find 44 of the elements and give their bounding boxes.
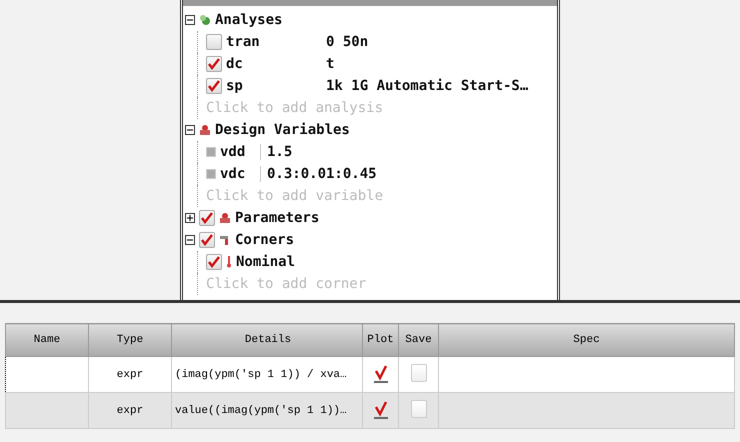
analysis-name: sp xyxy=(226,78,244,94)
analysis-name: dc xyxy=(226,56,244,72)
column-header[interactable]: Name xyxy=(6,324,88,356)
corner-name: Nominal xyxy=(236,254,296,270)
shapes-icon xyxy=(199,124,211,136)
variable-value: 0.3:0.01:0.45 xyxy=(260,166,377,182)
column-header[interactable]: Spec xyxy=(438,324,734,356)
checkbox[interactable] xyxy=(199,232,215,248)
checkbox[interactable] xyxy=(199,210,215,226)
variable-name: vdd xyxy=(220,144,246,160)
section-label[interactable]: Analyses xyxy=(215,12,282,28)
corner-icon xyxy=(219,234,231,246)
checkbox[interactable] xyxy=(206,78,222,94)
variable-icon xyxy=(206,169,216,179)
column-header[interactable]: Type xyxy=(88,324,172,356)
analysis-value: t xyxy=(326,56,334,72)
expander-icon[interactable] xyxy=(185,15,195,25)
expander-icon[interactable] xyxy=(185,125,195,135)
checkbox[interactable] xyxy=(206,34,222,50)
expander-icon[interactable] xyxy=(185,235,195,245)
section-label[interactable]: Corners xyxy=(235,232,294,248)
thermometer-icon xyxy=(226,256,232,268)
section-label[interactable]: Design Variables xyxy=(215,122,350,138)
expander-icon[interactable] xyxy=(185,213,195,223)
variable-icon xyxy=(206,147,216,157)
checkbox[interactable] xyxy=(206,254,222,270)
variable-value: 1.5 xyxy=(260,144,292,160)
plot-checkbox[interactable] xyxy=(374,400,388,418)
analyses-icon xyxy=(199,14,211,26)
save-checkbox[interactable] xyxy=(410,364,426,382)
section-label[interactable]: Parameters xyxy=(235,210,320,226)
plot-checkbox[interactable] xyxy=(374,364,388,382)
type-cell: expr xyxy=(88,392,172,428)
details-cell: value((imag(ypm('sp 1 1))… xyxy=(172,392,362,428)
save-checkbox[interactable] xyxy=(410,400,426,418)
variable-name: vdc xyxy=(220,166,246,182)
column-header[interactable]: Save xyxy=(398,324,438,356)
checkbox[interactable] xyxy=(206,56,222,72)
analysis-value: 1k 1G Automatic Start-S… xyxy=(326,78,528,94)
analysis-name: tran xyxy=(226,34,261,50)
analysis-value: 0 50n xyxy=(326,34,368,50)
column-header[interactable]: Details xyxy=(172,324,362,356)
shapes-icon xyxy=(219,212,231,224)
column-header[interactable]: Plot xyxy=(362,324,398,356)
